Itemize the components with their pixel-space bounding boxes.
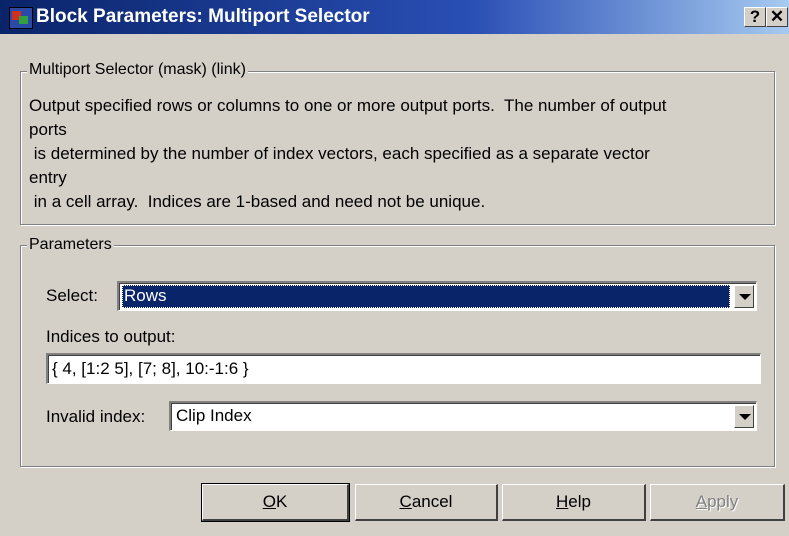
select-label: Select: <box>46 286 98 305</box>
apply-mnemonic: A <box>695 492 708 511</box>
apply-label-rest: pply <box>707 492 739 511</box>
select-dropdown[interactable]: Rows <box>117 281 757 311</box>
cancel-mnemonic: C <box>399 492 412 511</box>
help-icon[interactable]: ? <box>744 7 766 27</box>
indices-value: { 4, [1:2 5], [7; 8], 10:-1:6 } <box>52 359 249 378</box>
close-icon[interactable]: ✕ <box>766 7 788 27</box>
description-group-legend: Multiport Selector (mask) (link) <box>27 61 248 79</box>
block-description: Output specified rows or columns to one … <box>29 96 667 211</box>
parameters-group-legend: Parameters <box>27 236 114 254</box>
invalid-index-value: Clip Index <box>176 406 252 425</box>
help-label-rest: elp <box>568 492 591 511</box>
ok-mnemonic: O <box>262 492 276 511</box>
window-title: Block Parameters: Multiport Selector <box>36 6 370 27</box>
ok-button[interactable]: OK <box>201 483 350 522</box>
simulink-block-icon <box>9 7 33 29</box>
help-button[interactable]: Help <box>502 484 646 521</box>
invalid-index-label: Invalid index: <box>46 407 146 426</box>
apply-button[interactable]: Apply <box>650 484 785 521</box>
invalid-index-dropdown[interactable]: Clip Index <box>169 401 757 431</box>
indices-input[interactable]: { 4, [1:2 5], [7; 8], 10:-1:6 } <box>46 353 761 384</box>
select-value: Rows <box>122 285 730 308</box>
title-bar[interactable]: Block Parameters: Multiport Selector ? ✕ <box>0 0 789 34</box>
chevron-down-icon[interactable] <box>734 405 754 428</box>
chevron-down-icon[interactable] <box>734 285 754 308</box>
help-mnemonic: H <box>556 492 569 511</box>
indices-label: Indices to output: <box>46 327 176 346</box>
cancel-label-rest: ancel <box>411 492 453 511</box>
cancel-button[interactable]: Cancel <box>355 484 498 521</box>
ok-label-rest: K <box>275 492 288 511</box>
